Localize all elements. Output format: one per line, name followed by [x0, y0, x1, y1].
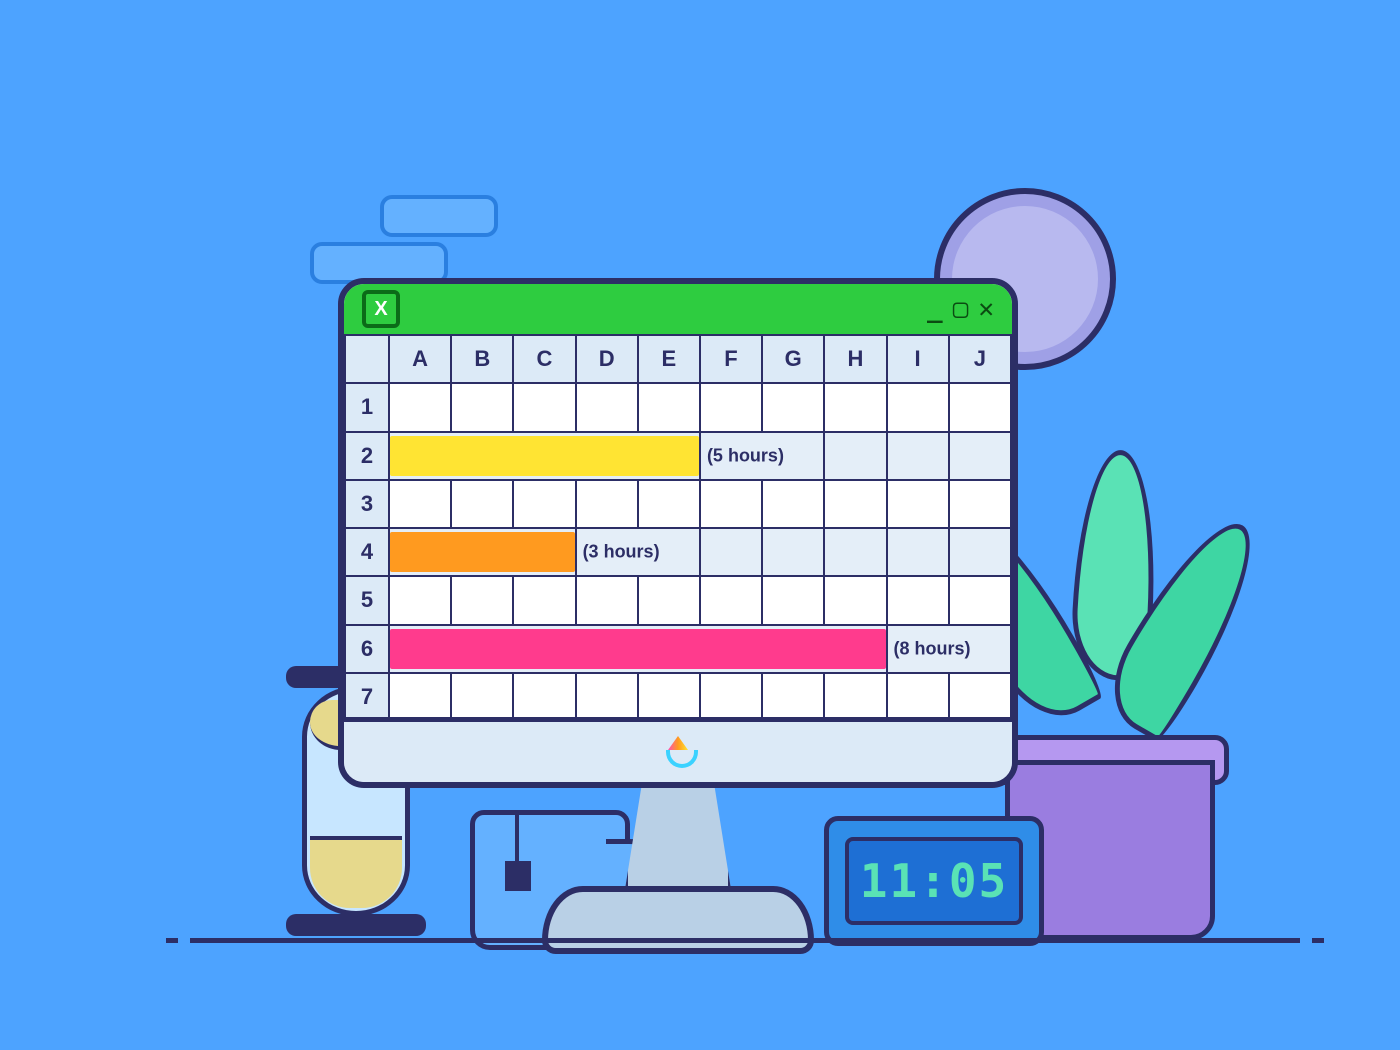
cell[interactable]: [389, 383, 451, 431]
clickup-logo-icon: [662, 736, 694, 768]
window-titlebar: X _ ▢ ✕: [344, 284, 1012, 339]
cell[interactable]: [762, 576, 824, 624]
maximize-button[interactable]: ▢: [953, 296, 969, 322]
cell[interactable]: [949, 528, 1011, 576]
cell[interactable]: (8 hours): [887, 625, 1012, 673]
gantt-bar-orange: [390, 532, 575, 572]
excel-icon: X: [362, 290, 400, 328]
monitor-screen: X _ ▢ ✕ A B C D E F: [338, 278, 1018, 788]
cell[interactable]: [887, 576, 949, 624]
cell[interactable]: [700, 576, 762, 624]
cell[interactable]: [576, 383, 638, 431]
cell[interactable]: [824, 480, 886, 528]
row-header[interactable]: 2: [345, 432, 389, 480]
cell[interactable]: [513, 576, 575, 624]
row-header[interactable]: 7: [345, 673, 389, 721]
cell[interactable]: [762, 528, 824, 576]
cell[interactable]: [389, 432, 700, 480]
cell[interactable]: [949, 576, 1011, 624]
bar-label: (3 hours): [583, 542, 660, 563]
decor-brick: [380, 195, 498, 237]
col-header[interactable]: D: [576, 335, 638, 383]
close-button[interactable]: ✕: [978, 296, 994, 322]
col-header[interactable]: G: [762, 335, 824, 383]
minimize-button[interactable]: _: [927, 296, 943, 322]
window-controls: _ ▢ ✕: [927, 296, 994, 322]
col-header[interactable]: E: [638, 335, 700, 383]
cell[interactable]: [762, 480, 824, 528]
cell[interactable]: [513, 673, 575, 721]
spreadsheet: A B C D E F G H I J 1: [344, 334, 1012, 722]
cell[interactable]: [638, 576, 700, 624]
cell[interactable]: [638, 673, 700, 721]
cell[interactable]: [949, 480, 1011, 528]
cell[interactable]: [824, 673, 886, 721]
monitor: X _ ▢ ✕ A B C D E F: [338, 278, 1018, 788]
cell[interactable]: [451, 576, 513, 624]
col-header[interactable]: C: [513, 335, 575, 383]
cell[interactable]: [451, 480, 513, 528]
cell[interactable]: [887, 528, 949, 576]
col-header[interactable]: A: [389, 335, 451, 383]
illustration-scene: 11:05 X _ ▢ ✕ A B C: [0, 0, 1400, 1050]
cell[interactable]: [949, 432, 1011, 480]
cell[interactable]: [824, 576, 886, 624]
digital-clock-time: 11:05: [845, 837, 1023, 925]
cell[interactable]: [824, 383, 886, 431]
row-header[interactable]: 1: [345, 383, 389, 431]
digital-clock-icon: 11:05: [824, 816, 1044, 946]
cell[interactable]: [389, 576, 451, 624]
cell[interactable]: [638, 383, 700, 431]
col-header[interactable]: F: [700, 335, 762, 383]
cell[interactable]: [638, 480, 700, 528]
row-header[interactable]: 5: [345, 576, 389, 624]
cell[interactable]: (5 hours): [700, 432, 824, 480]
corner-cell[interactable]: [345, 335, 389, 383]
cell[interactable]: [700, 673, 762, 721]
monitor-stand-base: [542, 886, 814, 954]
desk-line: [190, 938, 1300, 943]
cell[interactable]: [887, 480, 949, 528]
cell[interactable]: [451, 383, 513, 431]
cell[interactable]: [949, 383, 1011, 431]
monitor-chin: [344, 717, 1012, 782]
cell[interactable]: [949, 673, 1011, 721]
bar-label: (8 hours): [894, 638, 971, 659]
col-header[interactable]: B: [451, 335, 513, 383]
gantt-bar-yellow: [390, 436, 699, 476]
gantt-bar-pink: [390, 629, 886, 669]
cell[interactable]: [700, 480, 762, 528]
col-header[interactable]: I: [887, 335, 949, 383]
col-header[interactable]: H: [824, 335, 886, 383]
cell[interactable]: (3 hours): [576, 528, 700, 576]
row-header[interactable]: 6: [345, 625, 389, 673]
cell[interactable]: [576, 576, 638, 624]
cell[interactable]: [887, 383, 949, 431]
bar-label: (5 hours): [707, 445, 784, 466]
cell[interactable]: [576, 673, 638, 721]
cell[interactable]: [762, 383, 824, 431]
cell[interactable]: [389, 673, 451, 721]
cell[interactable]: [389, 480, 451, 528]
cell[interactable]: [389, 625, 887, 673]
row-header[interactable]: 3: [345, 480, 389, 528]
cell[interactable]: [887, 432, 949, 480]
cell[interactable]: [887, 673, 949, 721]
cell[interactable]: [451, 673, 513, 721]
cell[interactable]: [824, 432, 886, 480]
cell[interactable]: [700, 383, 762, 431]
spreadsheet-grid: A B C D E F G H I J 1: [344, 334, 1012, 722]
cell[interactable]: [762, 673, 824, 721]
cell[interactable]: [824, 528, 886, 576]
row-header[interactable]: 4: [345, 528, 389, 576]
cell[interactable]: [700, 528, 762, 576]
cell[interactable]: [513, 383, 575, 431]
cell[interactable]: [576, 480, 638, 528]
col-header[interactable]: J: [949, 335, 1011, 383]
cell[interactable]: [389, 528, 576, 576]
cell[interactable]: [513, 480, 575, 528]
